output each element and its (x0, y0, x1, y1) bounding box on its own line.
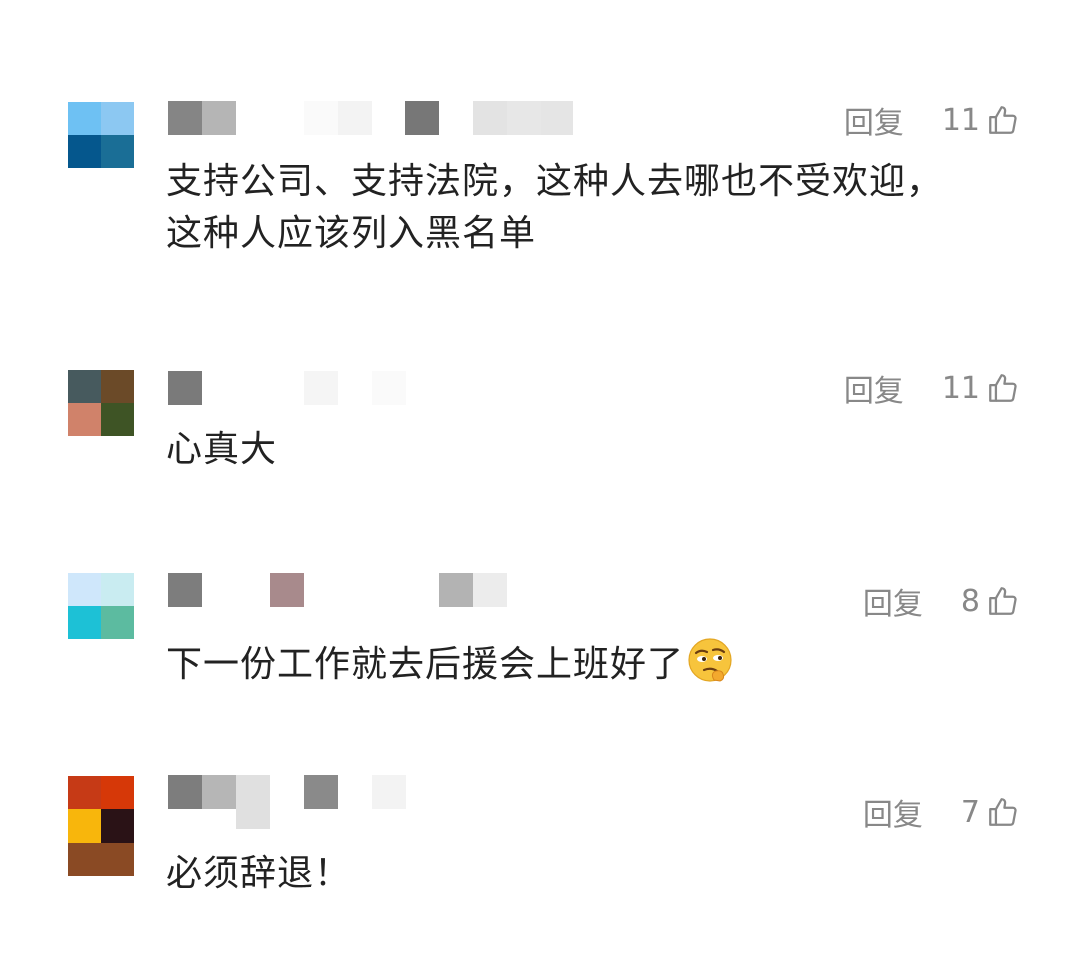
comment-text: 下一份工作就去后援会上班好了 (166, 636, 966, 691)
comment-actions: 回复 11 (844, 98, 1020, 142)
comment-actions: 回复 8 (863, 579, 1020, 623)
comment-text-content: 下一份工作就去后援会上班好了 (166, 644, 685, 685)
comment-text: 支持公司、支持法院，这种人去哪也不受欢迎，这种人应该列入黑名单 (166, 161, 944, 254)
reply-button[interactable]: 回复 (863, 579, 923, 623)
like-count: 11 (941, 102, 980, 138)
avatar[interactable] (68, 776, 134, 876)
comment-actions: 回复 7 (863, 790, 1020, 834)
avatar[interactable] (68, 573, 134, 639)
thumbs-up-icon[interactable] (986, 103, 1020, 137)
comment-text: 心真大 (166, 429, 278, 470)
comment-actions: 回复 11 (844, 366, 1020, 410)
like-count: 7 (960, 794, 980, 830)
thumbs-up-icon[interactable] (986, 371, 1020, 405)
reply-button[interactable]: 回复 (844, 98, 904, 142)
username-blurred[interactable] (168, 371, 588, 405)
avatar[interactable] (68, 370, 134, 436)
comment-text: 必须辞退！ (166, 853, 352, 894)
username-blurred[interactable] (168, 101, 588, 135)
thumbs-up-icon[interactable] (986, 795, 1020, 829)
reply-button[interactable]: 回复 (844, 366, 904, 410)
reply-button[interactable]: 回复 (863, 790, 923, 834)
like-count: 8 (960, 583, 980, 619)
smirk-emoji-icon (688, 638, 732, 682)
username-blurred[interactable] (168, 775, 588, 829)
thumbs-up-icon[interactable] (986, 584, 1020, 618)
like-count: 11 (941, 370, 980, 406)
avatar[interactable] (68, 102, 134, 168)
username-blurred[interactable] (168, 573, 588, 607)
